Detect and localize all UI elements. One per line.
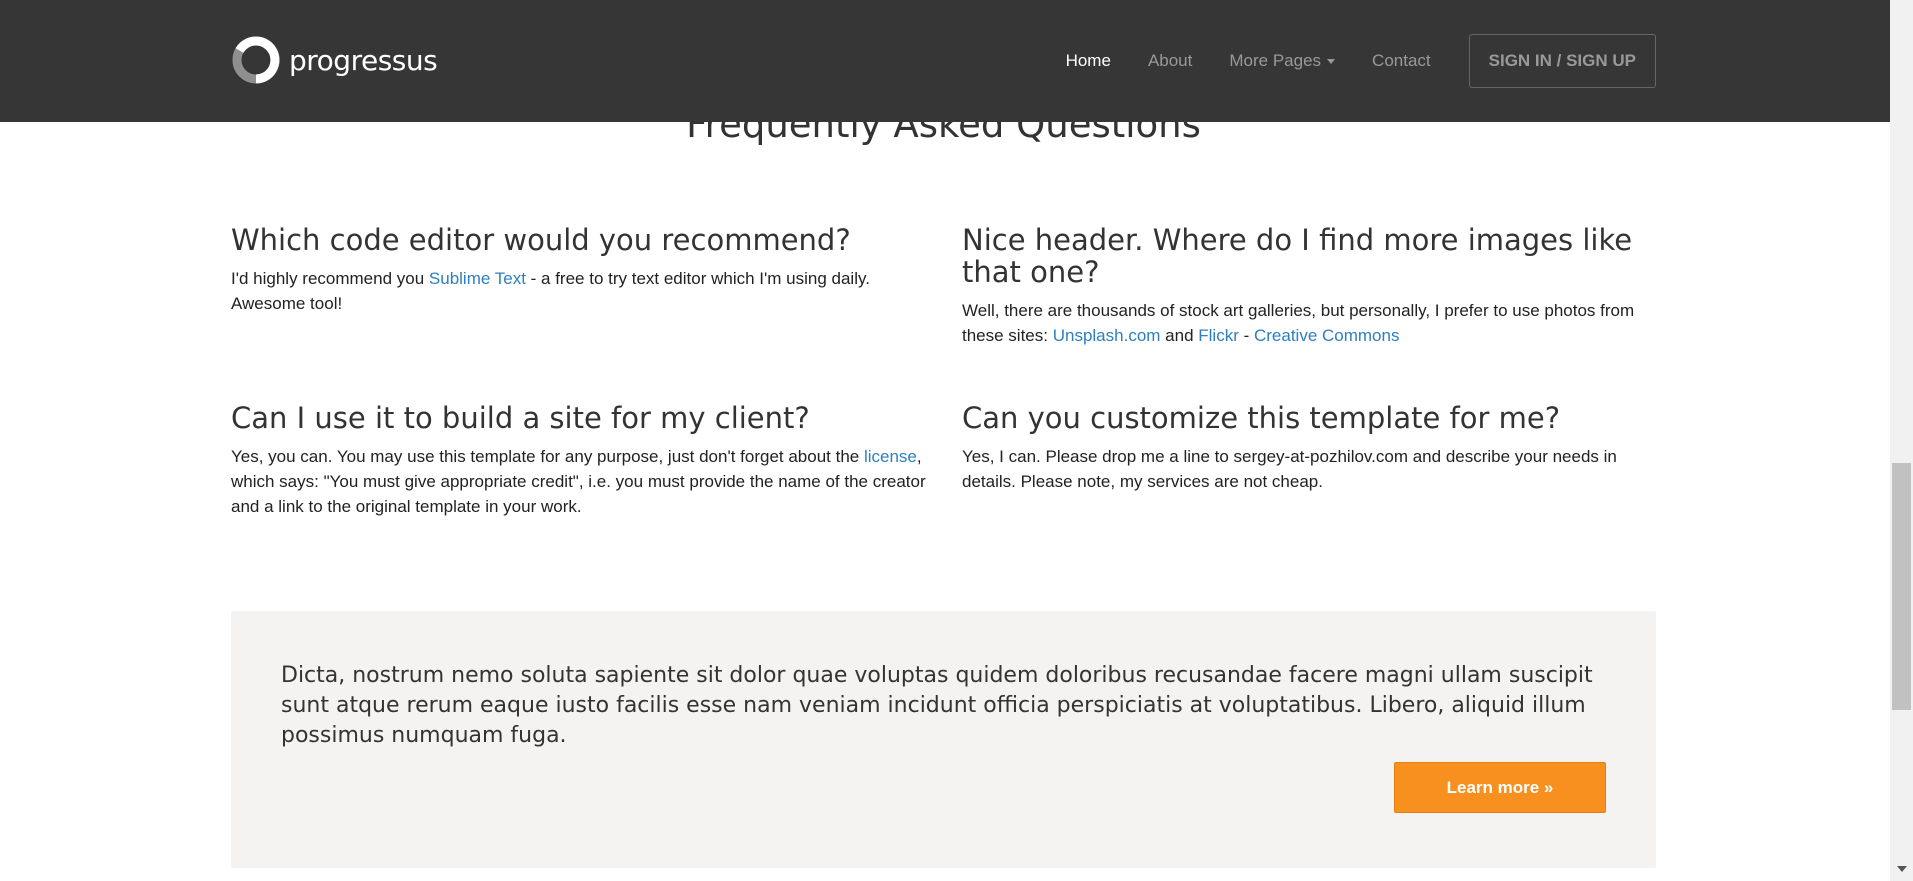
faq-item: Which code editor would you recommend? I… <box>231 224 931 316</box>
flickr-link[interactable]: Flickr <box>1198 326 1239 345</box>
brand-name: progressus <box>289 43 438 77</box>
vertical-scrollbar[interactable] <box>1890 0 1913 881</box>
navbar: progressus Home About More Pages Contact… <box>0 0 1890 122</box>
answer-text: Yes, you can. You may use this template … <box>231 447 864 466</box>
main-nav: Home About More Pages Contact SIGN IN / … <box>1029 0 1656 122</box>
answer-text: and <box>1160 326 1199 345</box>
faq-item: Can you customize this template for me? … <box>962 402 1662 494</box>
sign-in-button[interactable]: SIGN IN / SIGN UP <box>1468 34 1656 88</box>
sublime-text-link[interactable]: Sublime Text <box>429 269 526 288</box>
caret-down-icon <box>1327 59 1336 65</box>
brand[interactable]: progressus <box>231 34 438 86</box>
unsplash-link[interactable]: Unsplash.com <box>1053 326 1161 345</box>
faq-answer: I'd highly recommend you Sublime Text - … <box>231 266 931 316</box>
scrollbar-thumb[interactable] <box>1892 463 1911 710</box>
jumbotron-text: Dicta, nostrum nemo soluta sapiente sit … <box>281 663 1593 748</box>
faq-question: Which code editor would you recommend? <box>231 223 851 257</box>
license-link[interactable]: license <box>864 447 917 466</box>
faq-question: Can I use it to build a site for my clie… <box>231 401 810 435</box>
faq-question: Can you customize this template for me? <box>962 401 1561 435</box>
faq-answer: Well, there are thousands of stock art g… <box>962 298 1662 348</box>
nav-home[interactable]: Home <box>1066 51 1111 71</box>
answer-text: I'd highly recommend you <box>231 269 429 288</box>
nav-more-pages-label: More Pages <box>1229 51 1322 70</box>
faq-question: Nice header. Where do I find more images… <box>962 223 1633 289</box>
answer-text: - <box>1238 326 1254 345</box>
page: Frequently Asked Questions Which code ed… <box>0 0 1890 881</box>
nav-about[interactable]: About <box>1148 51 1192 71</box>
jumbotron: Dicta, nostrum nemo soluta sapiente sit … <box>231 611 1656 868</box>
creative-commons-link[interactable]: Creative Commons <box>1254 326 1400 345</box>
nav-contact[interactable]: Contact <box>1372 51 1431 71</box>
learn-more-button[interactable]: Learn more » <box>1394 762 1606 813</box>
faq-item: Nice header. Where do I find more images… <box>962 224 1662 348</box>
nav-more-pages[interactable]: More Pages <box>1229 51 1336 71</box>
faq-item: Can I use it to build a site for my clie… <box>231 402 931 519</box>
faq-answer: Yes, I can. Please drop me a line to ser… <box>962 447 1617 491</box>
scroll-down-arrow-icon[interactable] <box>1897 866 1907 872</box>
progressus-logo-icon <box>232 36 280 84</box>
faq-answer: Yes, you can. You may use this template … <box>231 444 931 519</box>
